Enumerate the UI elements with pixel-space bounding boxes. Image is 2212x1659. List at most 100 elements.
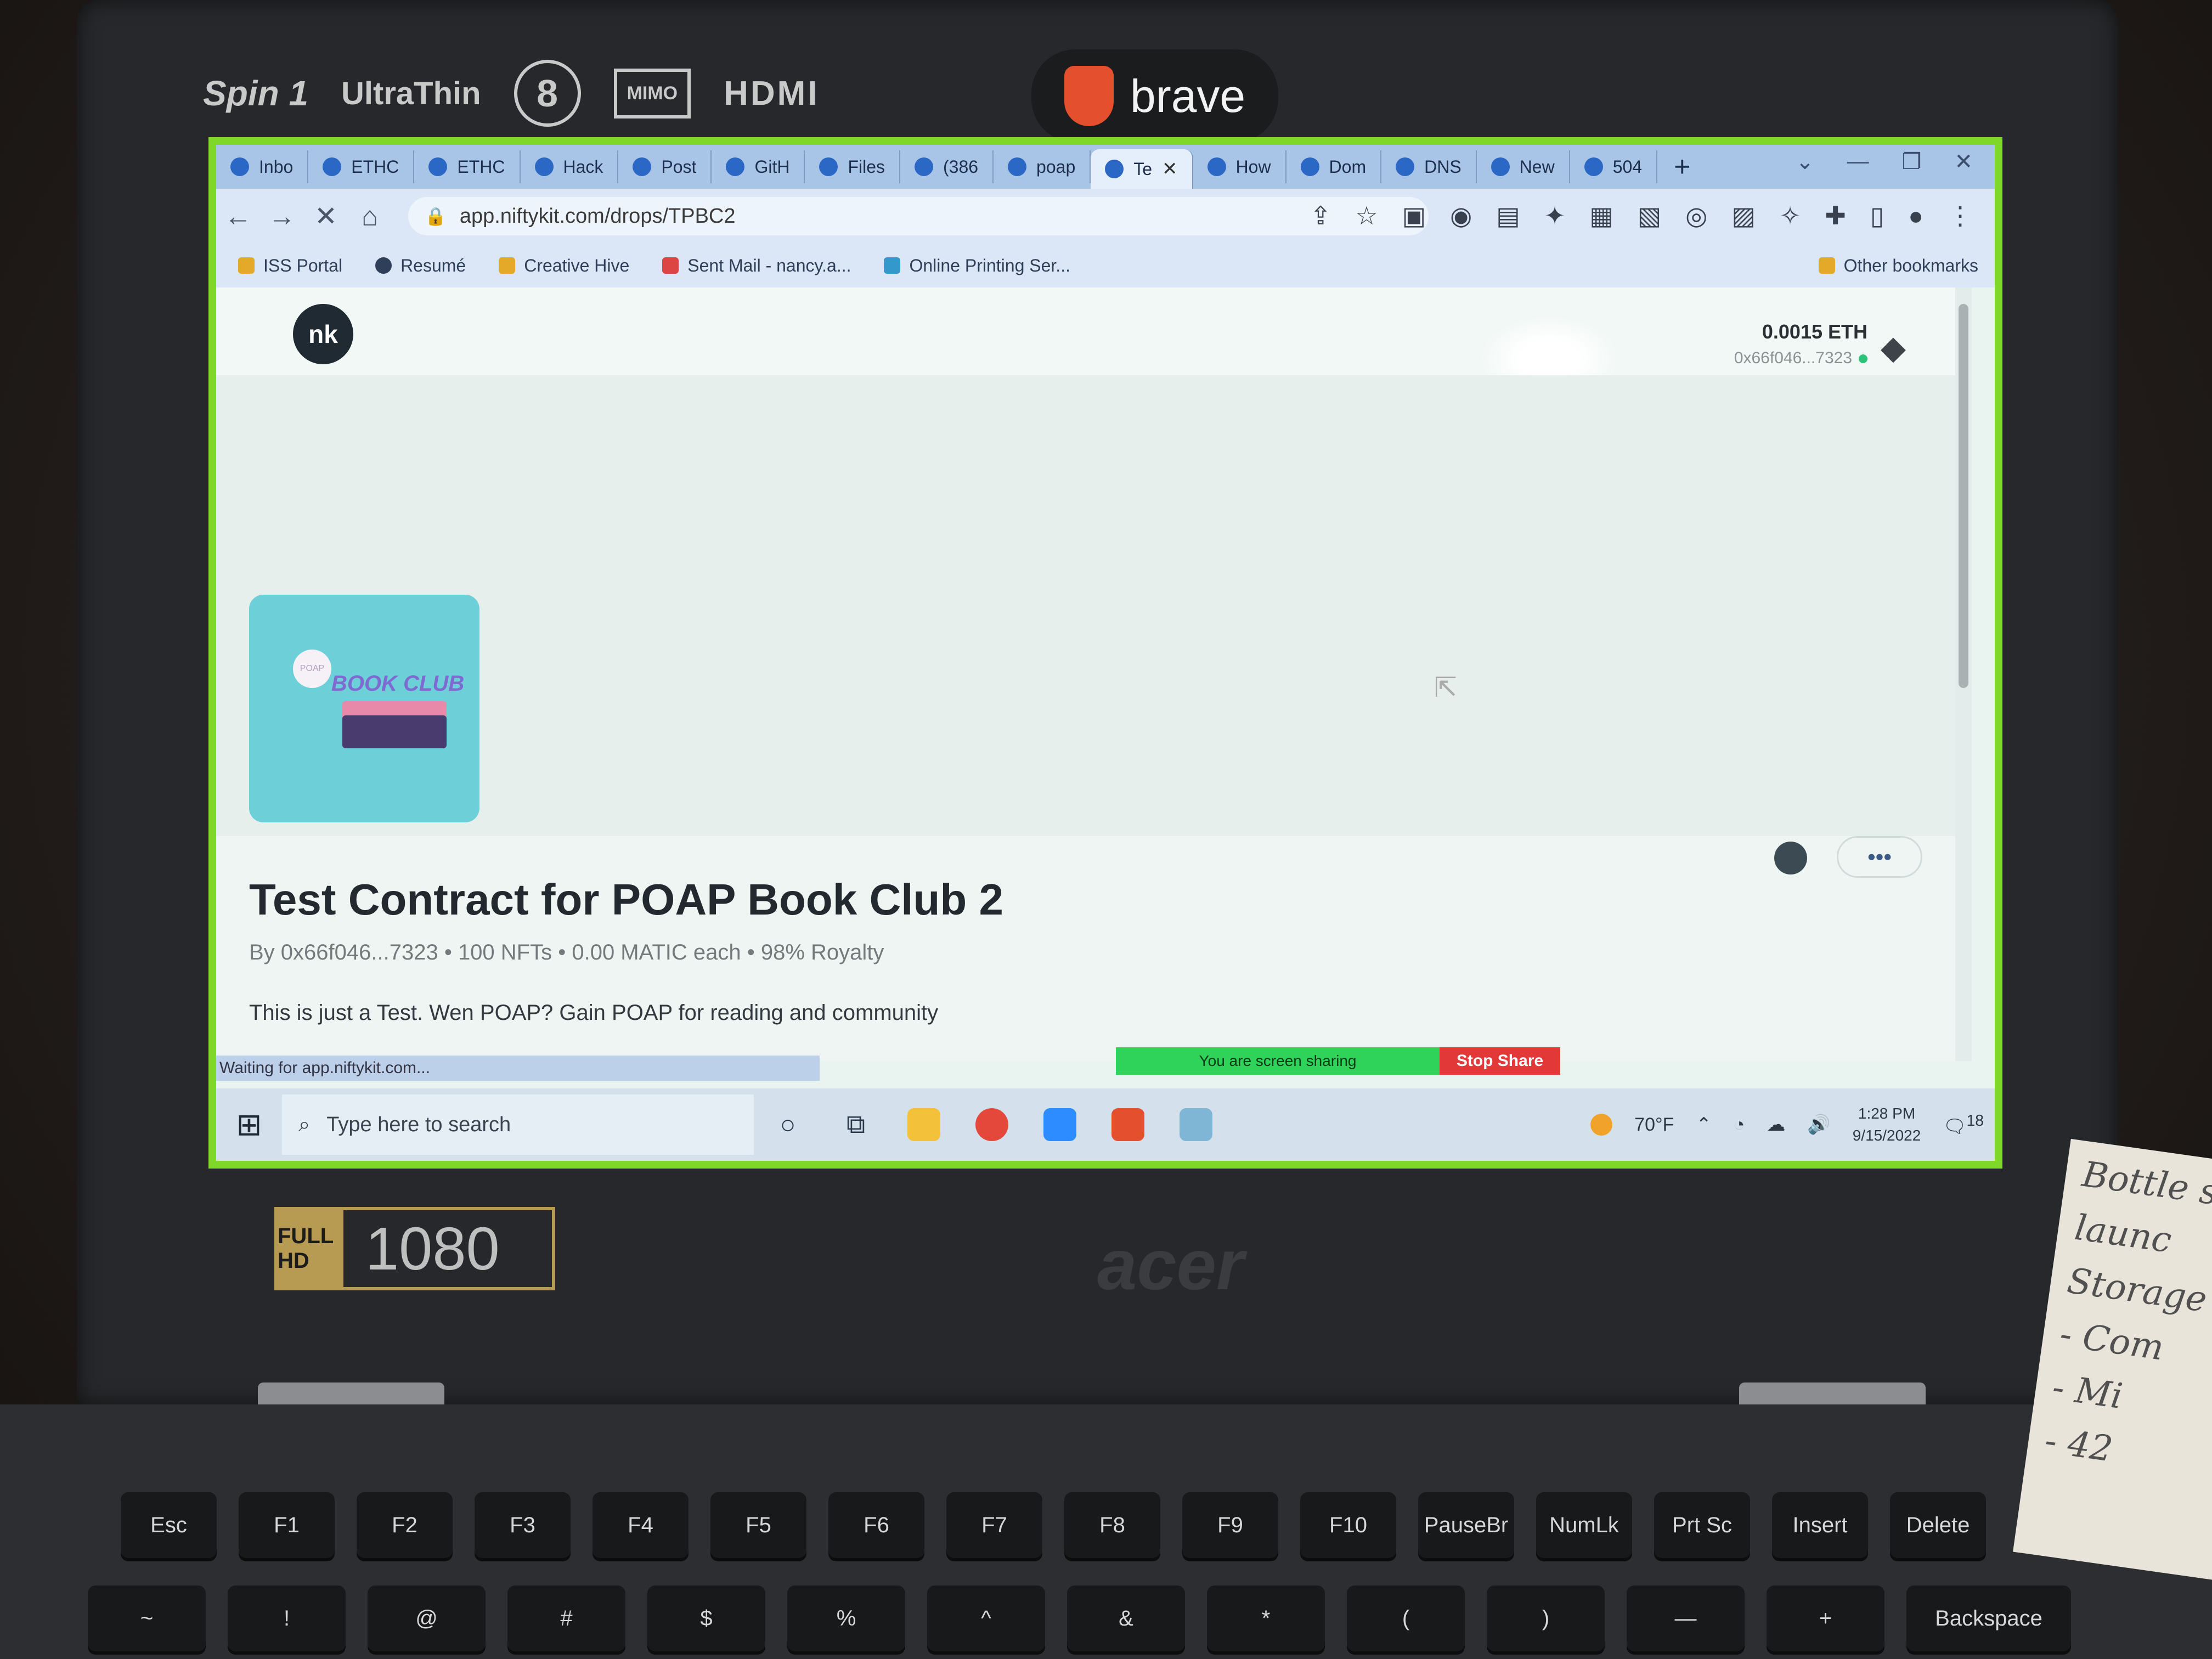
keyboard-key: F4 — [592, 1492, 689, 1558]
address-bar[interactable]: 🔒 app.niftykit.com/drops/TPBC2 — [408, 197, 1429, 235]
extension-icon[interactable]: ▤ — [1496, 201, 1520, 230]
tab-search-icon[interactable]: ⌄ — [1796, 149, 1814, 174]
notepad-icon[interactable] — [1162, 1094, 1230, 1155]
sidebar-icon[interactable]: ▯ — [1870, 201, 1884, 230]
browser-tab[interactable]: DNS — [1381, 150, 1477, 183]
stop-loading-button[interactable]: ✕ — [304, 200, 348, 232]
browser-tab[interactable]: ETHC — [308, 150, 415, 183]
forward-button[interactable]: → — [260, 200, 304, 232]
extension-icon[interactable]: ✧ — [1780, 201, 1801, 230]
window-controls: ⌄ — ❐ ✕ — [1796, 149, 1973, 174]
minimize-button[interactable]: — — [1847, 149, 1869, 174]
browser-tab[interactable]: Te ✕ — [1091, 149, 1193, 189]
browser-tab[interactable]: (386 — [900, 150, 994, 183]
lock-icon[interactable]: 🔒 — [425, 206, 447, 227]
page-scrollbar[interactable] — [1955, 287, 1972, 1061]
onedrive-icon[interactable]: ☁ — [1767, 1114, 1785, 1136]
restore-button[interactable]: ❐ — [1902, 149, 1922, 174]
clock[interactable]: 1:28 PM 9/15/2022 — [1853, 1103, 1921, 1147]
badge-icon — [915, 157, 933, 176]
url-text[interactable]: app.niftykit.com/drops/TPBC2 — [460, 205, 736, 228]
book-club-text: BOOK CLUB — [331, 672, 465, 696]
zoom-icon[interactable] — [1026, 1094, 1094, 1155]
new-tab-button[interactable]: + — [1674, 150, 1690, 183]
collection-meta: By 0x66f046...7323 • 100 NFTs • 0.00 MAT… — [249, 940, 884, 964]
keyboard-key: Delete — [1890, 1492, 1986, 1558]
browser-tab[interactable]: Hack — [521, 150, 619, 183]
back-button[interactable]: ← — [216, 200, 260, 232]
brave-shield-icon[interactable]: ◉ — [1450, 201, 1472, 230]
cortana-icon[interactable]: ○ — [754, 1094, 822, 1155]
keyboard-key: F3 — [475, 1492, 571, 1558]
bookmark-item[interactable]: Online Printing Ser... — [884, 256, 1070, 276]
bookmarks-bar: ISS Portal Resumé Creative Hive Sent Mai… — [216, 244, 1995, 287]
ethereum-icon[interactable]: ◆ — [1881, 329, 1906, 367]
wallet-info[interactable]: 0.0015 ETH 0x66f046...7323 — [1734, 320, 1867, 368]
extensions-toolbar: ⇪ ☆ ▣ ◉ ▤ ✦ ▦ ▧ ◎ ▨ ✧ ✚ ▯ ● ⋮ — [1310, 201, 1973, 230]
more-options-button[interactable]: ••• — [1837, 836, 1922, 878]
other-bookmarks[interactable]: Other bookmarks — [1818, 256, 1978, 276]
tab-label: How — [1235, 156, 1271, 177]
keyboard-key: Insert — [1772, 1492, 1868, 1558]
clock-time: 1:28 PM — [1858, 1105, 1916, 1122]
metamask-icon[interactable]: ✦ — [1544, 201, 1566, 230]
browser-tab[interactable]: GitH — [712, 150, 805, 183]
extension-icon[interactable]: ▣ — [1402, 201, 1426, 230]
chain-logo-icon[interactable] — [1774, 842, 1807, 874]
wallet-address: 0x66f046...7323 — [1734, 349, 1852, 367]
browser-tab[interactable]: Post — [618, 150, 712, 183]
keyboard-key: F7 — [946, 1492, 1042, 1558]
brave-sticker: brave — [1031, 49, 1279, 143]
weather-temp[interactable]: 70°F — [1634, 1114, 1674, 1136]
keyboard-key: + — [1767, 1585, 1884, 1651]
puzzle-icon[interactable]: ✚ — [1825, 201, 1846, 230]
browser-tab[interactable]: 504 — [1570, 150, 1658, 183]
close-tab-icon[interactable]: ✕ — [1162, 158, 1178, 180]
globe-icon — [428, 157, 448, 176]
chrome-icon[interactable] — [958, 1094, 1026, 1155]
extension-icon[interactable]: ▦ — [1589, 201, 1613, 230]
network-icon[interactable]: ◔ — [1734, 1114, 1745, 1136]
star-icon[interactable]: ☆ — [1355, 201, 1378, 230]
note-line: - Mi — [2050, 1367, 2125, 1418]
file-explorer-icon[interactable] — [890, 1094, 958, 1155]
browser-tab[interactable]: Files — [805, 150, 900, 183]
scrollbar-thumb[interactable] — [1959, 304, 1968, 688]
keyboard-key: F8 — [1064, 1492, 1160, 1558]
browser-tab[interactable]: ETHC — [414, 150, 521, 183]
profile-avatar[interactable]: ● — [1908, 201, 1923, 230]
task-view-icon[interactable]: ⧉ — [822, 1094, 890, 1155]
browser-tab[interactable]: Dom — [1286, 150, 1382, 183]
volume-icon[interactable]: 🔊 — [1807, 1114, 1830, 1136]
stop-share-button[interactable]: Stop Share — [1440, 1047, 1560, 1075]
clock-date: 9/15/2022 — [1852, 1127, 1921, 1144]
taskbar-search[interactable]: ⌕ Type here to search — [282, 1094, 754, 1155]
extension-icon[interactable]: ▨ — [1731, 201, 1755, 230]
collection-thumbnail: POAP BOOK CLUB — [249, 595, 479, 822]
tab-label: GitH — [754, 156, 790, 177]
menu-icon[interactable]: ⋮ — [1948, 201, 1973, 230]
brave-icon[interactable] — [1094, 1094, 1162, 1155]
bookmark-item[interactable]: Resumé — [375, 256, 466, 276]
browser-tab[interactable]: poap — [994, 150, 1091, 183]
note-line: - 42 — [2042, 1420, 2115, 1470]
weather-icon[interactable] — [1590, 1114, 1613, 1136]
extension-icon[interactable]: ▧ — [1638, 201, 1661, 230]
niftykit-logo[interactable]: nk — [293, 304, 353, 364]
share-icon[interactable]: ⇪ — [1310, 201, 1331, 230]
close-window-button[interactable]: ✕ — [1954, 149, 1973, 174]
home-button[interactable]: ⌂ — [348, 200, 392, 232]
notification-icon[interactable]: 🗨18 — [1943, 1112, 1984, 1137]
windows-start-icon[interactable]: ⊞ — [216, 1107, 282, 1143]
chevron-up-icon[interactable]: ⌃ — [1696, 1114, 1712, 1136]
bookmark-item[interactable]: ISS Portal — [238, 256, 342, 276]
keyboard-key: Esc — [121, 1492, 217, 1558]
extension-icon[interactable]: ◎ — [1685, 201, 1707, 230]
bookmark-item[interactable]: Sent Mail - nancy.a... — [662, 256, 851, 276]
globe-icon — [1396, 157, 1415, 176]
bookmark-item[interactable]: Creative Hive — [499, 256, 629, 276]
browser-tab[interactable]: How — [1193, 150, 1286, 183]
browser-tab[interactable]: New — [1477, 150, 1570, 183]
browser-tab[interactable]: Inbo — [216, 150, 309, 183]
u-icon — [1008, 157, 1027, 176]
